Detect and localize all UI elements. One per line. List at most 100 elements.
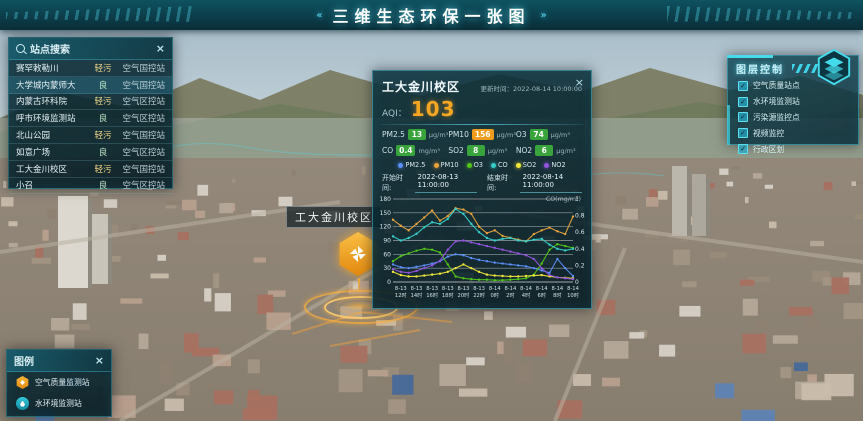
- station-level-badge: 良: [91, 112, 115, 124]
- pinwheel-icon: [349, 245, 367, 263]
- layer-checkbox[interactable]: ✓: [738, 81, 748, 91]
- chart-legend-item[interactable]: PM10: [434, 161, 459, 169]
- station-panel-close-icon[interactable]: ×: [156, 43, 165, 54]
- station-type: 空气国控站: [115, 163, 165, 175]
- aqi-label: AQI：: [382, 106, 407, 119]
- legend-item: 水环境监测站: [7, 393, 111, 414]
- pollutant-unit: µg/m³: [497, 131, 516, 139]
- station-type: 空气国控站: [115, 79, 165, 91]
- layer-item[interactable]: ✓ 污染源监控点: [728, 110, 858, 126]
- station-row[interactable]: 大学城内蒙师大良空气国控站: [9, 77, 172, 94]
- chart-legend-item[interactable]: SO2: [516, 161, 537, 169]
- app-stage: « 三维生态环保一张图 » 工大金川校区 站点搜索 × 赛罕敕勒川轻污空气国控站…: [0, 0, 863, 421]
- legend-label: PM10: [441, 161, 459, 169]
- svg-text:8-13: 8-13: [426, 286, 438, 292]
- layers-hexagon-button[interactable]: [815, 48, 853, 86]
- svg-text:90: 90: [383, 238, 391, 245]
- legend-panel-close-icon[interactable]: ×: [95, 355, 104, 366]
- pollutant-value-badge: 0.4: [396, 145, 415, 156]
- pollutant-name: NO2: [516, 146, 532, 155]
- water-station-marker-icon: [16, 397, 29, 410]
- search-icon: [16, 44, 25, 53]
- station-row[interactable]: 小召良空气区控站: [9, 178, 172, 195]
- station-row[interactable]: 呼市环境监测站良空气区控站: [9, 110, 172, 127]
- svg-text:16时: 16时: [426, 291, 438, 299]
- chart-legend-item[interactable]: O3: [467, 161, 483, 169]
- legend-dot-icon: [491, 163, 496, 168]
- svg-text:10时: 10时: [567, 291, 579, 299]
- air-station-marker-icon: [16, 376, 29, 389]
- start-time-label: 开始时间:: [382, 173, 405, 193]
- station-type: 空气国控站: [115, 129, 165, 141]
- station-name: 赛罕敕勒川: [16, 62, 91, 74]
- station-row[interactable]: 工大金川校区轻污空气国控站: [9, 161, 172, 178]
- station-level-badge: 轻污: [91, 62, 115, 74]
- pollutant-name: O3: [516, 130, 527, 139]
- svg-text:8-14: 8-14: [489, 286, 501, 292]
- station-row[interactable]: 内蒙古环科院轻污空气区控站: [9, 94, 172, 111]
- end-time-input[interactable]: 2022-08-14 11:00:00: [520, 173, 582, 193]
- svg-text:8-14: 8-14: [551, 286, 563, 292]
- svg-text:12时: 12时: [395, 291, 407, 299]
- layer-item[interactable]: ✓ 水环境监测站: [728, 94, 858, 110]
- legend-label: O3: [474, 161, 483, 169]
- svg-text:8-13: 8-13: [411, 286, 423, 292]
- pollutant-cell: O374µg/m³: [516, 129, 582, 140]
- station-type: 空气区控站: [115, 179, 165, 191]
- pollutant-unit: µg/m³: [556, 147, 575, 155]
- chart-legend-item[interactable]: CO: [491, 161, 508, 169]
- map-legend-panel: 图例 × 空气质量监测站水环境监测站: [6, 349, 112, 417]
- svg-text:8-13: 8-13: [442, 286, 454, 292]
- layer-item[interactable]: ✓ 视频监控: [728, 125, 858, 141]
- station-name: 北山公园: [16, 129, 91, 141]
- layer-checkbox[interactable]: ✓: [738, 97, 748, 107]
- pollutant-value-badge: 8: [467, 145, 485, 156]
- pollutant-value-badge: 74: [530, 129, 548, 140]
- layer-checkbox[interactable]: ✓: [738, 128, 748, 138]
- pollutant-cell: PM10156µg/m³: [448, 129, 516, 140]
- svg-text:6时: 6时: [537, 291, 546, 299]
- station-search-panel: 站点搜索 × 赛罕敕勒川轻污空气国控站大学城内蒙师大良空气国控站内蒙古环科院轻污…: [8, 37, 173, 189]
- popup-close-icon[interactable]: ×: [575, 76, 584, 89]
- pollutant-unit: µg/m³: [429, 131, 448, 139]
- titlebar-decor-left: [6, 6, 196, 22]
- update-time-label: 更新时间：: [480, 85, 513, 93]
- svg-text:0: 0: [575, 279, 579, 286]
- station-row[interactable]: 北山公园轻污空气国控站: [9, 127, 172, 144]
- svg-text:0.6: 0.6: [575, 229, 585, 236]
- layer-label: 污染源监控点: [753, 112, 800, 123]
- layer-list: ✓空气质量站点✓水环境监测站✓污染源监控点✓视频监控✓行政区划: [728, 78, 858, 157]
- legend-dot-icon: [398, 163, 403, 168]
- chart-legend-item[interactable]: PM2.5: [398, 161, 425, 169]
- svg-text:180: 180: [380, 196, 392, 203]
- legend-panel-header: 图例 ×: [7, 350, 111, 372]
- time-range-row: 开始时间: 2022-08-13 11:00:00 结束时间: 2022-08-…: [373, 169, 591, 193]
- svg-text:18时: 18时: [442, 291, 454, 299]
- layer-panel-title: 图层控制: [736, 61, 784, 76]
- station-panel-title: 站点搜索: [30, 41, 70, 56]
- svg-text:120: 120: [380, 224, 392, 231]
- svg-text:14时: 14时: [411, 291, 423, 299]
- legend-list: 空气质量监测站水环境监测站: [7, 372, 111, 414]
- station-name: 大学城内蒙师大: [16, 79, 91, 91]
- chart-legend-item[interactable]: NO2: [544, 161, 565, 169]
- station-row[interactable]: 赛罕敕勒川轻污空气国控站: [9, 60, 172, 77]
- pollutant-name: PM2.5: [382, 130, 405, 139]
- layer-label: 行政区划: [753, 144, 784, 155]
- legend-label: SO2: [523, 161, 537, 169]
- svg-text:8-13: 8-13: [458, 286, 470, 292]
- chart-legend: PM2.5 PM10 O3 CO SO2 NO2: [373, 161, 591, 169]
- start-time-input[interactable]: 2022-08-13 11:00:00: [415, 173, 477, 193]
- layer-label: 水环境监测站: [753, 96, 800, 107]
- svg-text:60: 60: [383, 251, 391, 258]
- pollutant-value-badge: 13: [408, 129, 426, 140]
- station-row[interactable]: 如意广场良空气区控站: [9, 144, 172, 161]
- layer-checkbox[interactable]: ✓: [738, 112, 748, 122]
- station-type: 空气区控站: [115, 95, 165, 107]
- legend-dot-icon: [516, 163, 521, 168]
- layer-checkbox[interactable]: ✓: [738, 144, 748, 154]
- layer-item[interactable]: ✓ 行政区划: [728, 141, 858, 157]
- map-marker-gongda-jinchuan[interactable]: 工大金川校区: [286, 206, 382, 228]
- pollutant-trend-chart: 030609012015018000.20.40.60.818-1312时8-1…: [376, 194, 588, 306]
- layer-label: 视频监控: [753, 128, 784, 139]
